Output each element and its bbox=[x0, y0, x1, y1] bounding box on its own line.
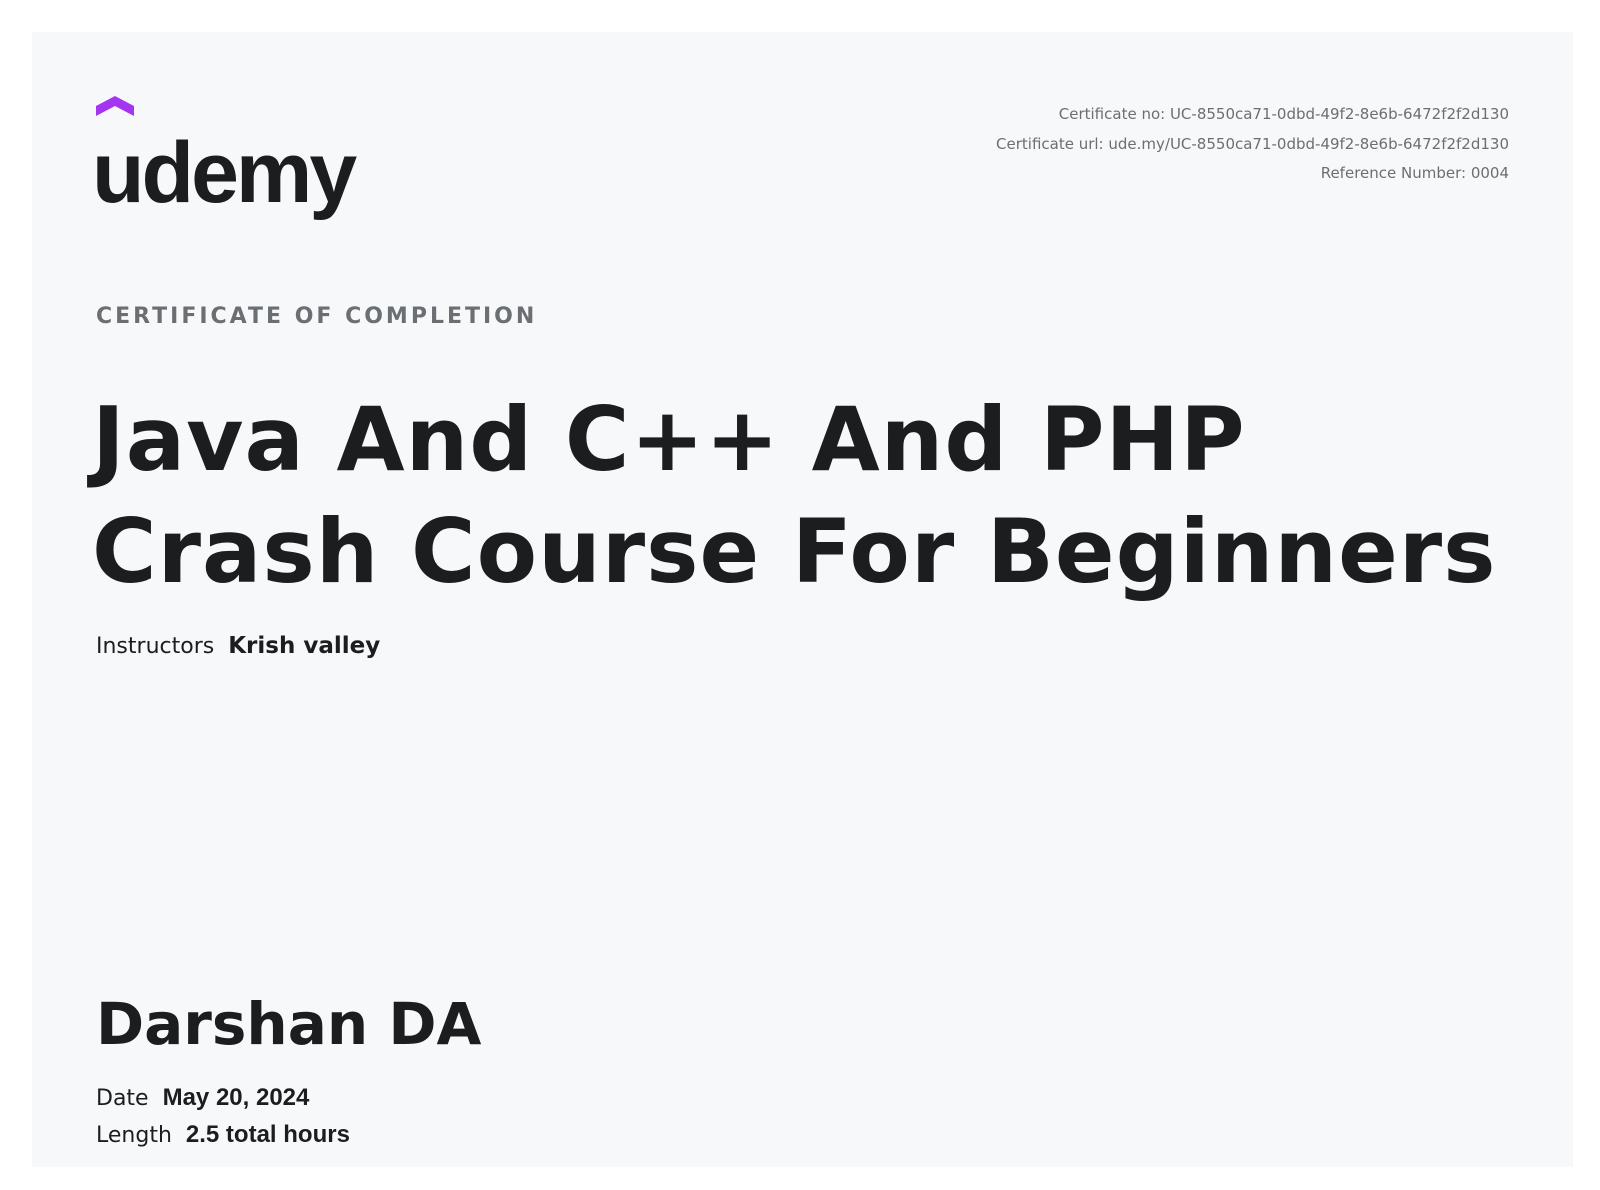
instructors-label: Instructors bbox=[96, 634, 215, 659]
student-name: Darshan DA bbox=[96, 990, 482, 1058]
certificate-card: udemy Certificate no: UC-8550ca71-0dbd-4… bbox=[32, 32, 1573, 1167]
length-row: Length 2.5 total hours bbox=[96, 1121, 350, 1149]
instructors-value: Krish valley bbox=[228, 633, 381, 659]
length-value: 2.5 total hours bbox=[185, 1121, 350, 1148]
course-title-line-2: Crash Course For Beginners bbox=[92, 500, 1497, 603]
date-label: Date bbox=[96, 1086, 149, 1111]
certificate-meta: Certificate no: UC-8550ca71-0dbd-49f2-8e… bbox=[996, 100, 1509, 189]
certificate-url: Certificate url: ude.my/UC-8550ca71-0dbd… bbox=[996, 134, 1509, 153]
date-row: Date May 20, 2024 bbox=[96, 1084, 309, 1112]
instructors-row: Instructors Krish valley bbox=[96, 632, 380, 660]
udemy-logo-icon: udemy bbox=[96, 96, 360, 221]
course-title-line-1: Java And C++ And PHP bbox=[92, 388, 1246, 491]
date-value: May 20, 2024 bbox=[162, 1084, 310, 1111]
udemy-logo: udemy bbox=[96, 96, 366, 226]
svg-text:udemy: udemy bbox=[96, 125, 357, 221]
certificate-label: CERTIFICATE OF COMPLETION bbox=[96, 304, 538, 329]
length-label: Length bbox=[96, 1123, 172, 1148]
reference-number: Reference Number: 0004 bbox=[1320, 164, 1509, 182]
certificate-number: Certificate no: UC-8550ca71-0dbd-49f2-8e… bbox=[1058, 105, 1509, 123]
course-title: Java And C++ And PHP Crash Course For Be… bbox=[92, 384, 1532, 608]
